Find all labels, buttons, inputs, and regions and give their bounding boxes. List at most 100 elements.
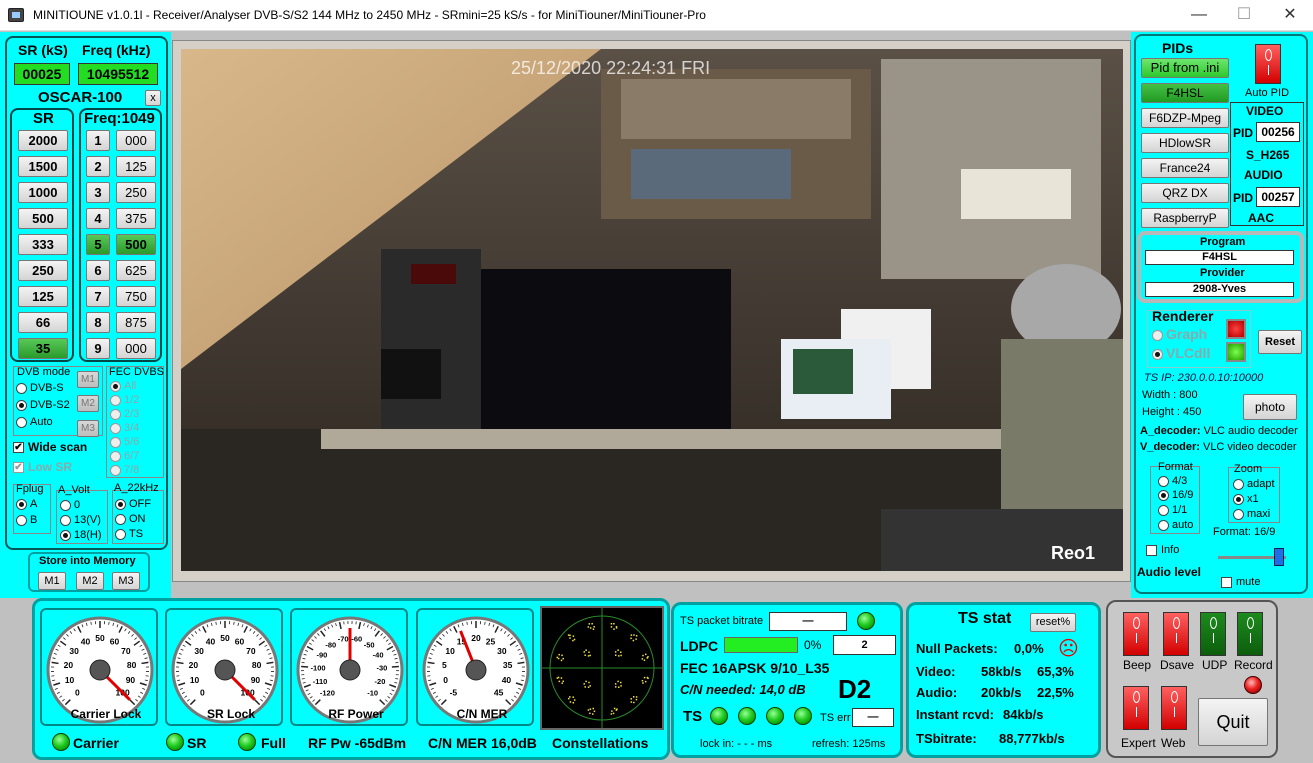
- low-sr-checkbox[interactable]: ✔ Low SR: [13, 460, 72, 474]
- sr-button-333[interactable]: 333: [18, 234, 68, 255]
- k-off-radio[interactable]: OFF: [115, 498, 151, 510]
- fec-radio-1-2[interactable]: 1/2: [110, 394, 139, 406]
- freq-suffix-button[interactable]: 125: [116, 156, 156, 177]
- pid-preset-button[interactable]: QRZ DX: [1141, 183, 1229, 203]
- freq-digit-button-3[interactable]: 3: [86, 182, 110, 203]
- audio-pid-field[interactable]: 00257: [1256, 187, 1300, 207]
- beep-switch[interactable]: [1123, 612, 1149, 656]
- freq-digit-button-5[interactable]: 5: [86, 234, 110, 255]
- fplug-b-radio[interactable]: B: [16, 514, 37, 526]
- expert-switch[interactable]: [1123, 686, 1149, 730]
- mode-m3-button[interactable]: M3: [77, 420, 99, 437]
- freq-digit-button-8[interactable]: 8: [86, 312, 110, 333]
- pid-preset-button[interactable]: F6DZP-Mpeg: [1141, 108, 1229, 128]
- store-m1-button[interactable]: M1: [38, 572, 66, 590]
- format-auto-radio[interactable]: auto: [1158, 519, 1193, 531]
- sr-button-1000[interactable]: 1000: [18, 182, 68, 203]
- sr-button-1500[interactable]: 1500: [18, 156, 68, 177]
- store-m3-button[interactable]: M3: [112, 572, 140, 590]
- gauge-dial: 0102030405060708090100Carrier Lock: [46, 616, 154, 724]
- gauge-dial: -5051015 20 2530354045C/N MER: [422, 616, 530, 724]
- fec-radio-5-6[interactable]: 5/6: [110, 436, 139, 448]
- fec-radio-2-3[interactable]: 2/3: [110, 408, 139, 420]
- freq-suffix-button[interactable]: 750: [116, 286, 156, 307]
- audio-level-slider[interactable]: [1274, 548, 1284, 566]
- freq-suffix-button[interactable]: 250: [116, 182, 156, 203]
- freq-digit-button-9[interactable]: 9: [86, 338, 110, 359]
- sr-button-35[interactable]: 35: [18, 338, 68, 359]
- format-169-radio[interactable]: 16/9: [1158, 489, 1193, 501]
- fec-radio-3-4[interactable]: 3/4: [110, 422, 139, 434]
- auto-radio[interactable]: Auto: [16, 416, 53, 428]
- dvb-s-radio[interactable]: DVB-S: [16, 382, 64, 394]
- dvb-s2-radio[interactable]: DVB-S2: [16, 399, 70, 411]
- fplug-a-radio[interactable]: A: [16, 498, 37, 510]
- volt-18-radio[interactable]: 18(H): [60, 529, 102, 541]
- video-display[interactable]: 25/12/2020 22:24:31 FRI Reo1: [181, 49, 1123, 571]
- freq-value-field[interactable]: 10495512: [78, 63, 158, 85]
- auto-pid-switch[interactable]: [1255, 44, 1281, 84]
- udp-switch[interactable]: [1200, 612, 1226, 656]
- pid-preset-button[interactable]: RaspberryP: [1141, 208, 1229, 228]
- freq-digit-button-4[interactable]: 4: [86, 208, 110, 229]
- sr-button-2000[interactable]: 2000: [18, 130, 68, 151]
- ts-led-4: [794, 707, 812, 725]
- dsave-switch[interactable]: [1163, 612, 1189, 656]
- freq-suffix-button[interactable]: 625: [116, 260, 156, 281]
- freq-digit-button-2[interactable]: 2: [86, 156, 110, 177]
- gauge-tick-label: -100: [311, 664, 326, 673]
- freq-suffix-button[interactable]: 000: [116, 130, 156, 151]
- fec-radio-7-8[interactable]: 7/8: [110, 464, 139, 476]
- info-checkbox[interactable]: Info: [1146, 544, 1179, 556]
- sr-button-500[interactable]: 500: [18, 208, 68, 229]
- pid-from-ini-button[interactable]: Pid from .ini: [1141, 58, 1229, 78]
- volt-13-radio[interactable]: 13(V): [60, 514, 101, 526]
- video-pid-field[interactable]: 00256: [1256, 122, 1300, 142]
- k-ts-radio[interactable]: TS: [115, 528, 143, 540]
- sr-button-66[interactable]: 66: [18, 312, 68, 333]
- maximize-button[interactable]: ☐: [1221, 0, 1267, 31]
- gauge-tick-label: -30: [376, 664, 387, 673]
- vlcdll-radio[interactable]: VLCdll: [1152, 345, 1210, 361]
- photo-button[interactable]: photo: [1243, 394, 1297, 420]
- reset-percent-button[interactable]: reset%: [1030, 613, 1076, 632]
- store-m2-button[interactable]: M2: [76, 572, 104, 590]
- freq-digit-button-1[interactable]: 1: [86, 130, 110, 151]
- minimize-button[interactable]: —: [1176, 0, 1222, 31]
- record-switch[interactable]: [1237, 612, 1263, 656]
- mode-m1-button[interactable]: M1: [77, 371, 99, 388]
- volt-0-radio[interactable]: 0: [60, 499, 80, 511]
- fec-radio-6-7[interactable]: 6/7: [110, 450, 139, 462]
- pid-preset-button[interactable]: France24: [1141, 158, 1229, 178]
- sr-button-250[interactable]: 250: [18, 260, 68, 281]
- quit-button[interactable]: Quit: [1198, 698, 1268, 746]
- format-11-radio[interactable]: 1/1: [1158, 504, 1187, 516]
- format-43-radio[interactable]: 4/3: [1158, 475, 1187, 487]
- zoom-adapt-radio[interactable]: adapt: [1233, 478, 1275, 490]
- freq-suffix-button[interactable]: 375: [116, 208, 156, 229]
- sr-button-125[interactable]: 125: [18, 286, 68, 307]
- wide-scan-checkbox[interactable]: ✔ Wide scan: [13, 440, 87, 454]
- mode-m2-button[interactable]: M2: [77, 395, 99, 412]
- web-switch[interactable]: [1161, 686, 1187, 730]
- zoom-x1-radio[interactable]: x1: [1233, 493, 1259, 505]
- graph-radio[interactable]: Graph: [1152, 326, 1207, 342]
- pid-preset-button[interactable]: F4HSL: [1141, 83, 1229, 103]
- k-on-radio[interactable]: ON: [115, 513, 146, 525]
- cn-mer-readout: C/N MER 16,0dB: [428, 735, 537, 751]
- freq-suffix-button[interactable]: 875: [116, 312, 156, 333]
- mute-checkbox[interactable]: mute: [1221, 576, 1260, 588]
- zoom-maxi-radio[interactable]: maxi: [1233, 508, 1270, 520]
- audio-bitrate: 20kb/s: [981, 685, 1022, 700]
- renderer-reset-button[interactable]: Reset: [1258, 330, 1302, 354]
- pid-preset-button[interactable]: HDlowSR: [1141, 133, 1229, 153]
- freq-digit-button-7[interactable]: 7: [86, 286, 110, 307]
- ts-packet-led: [857, 612, 875, 630]
- preset-close-button[interactable]: x: [145, 90, 161, 106]
- freq-suffix-button[interactable]: 500: [116, 234, 156, 255]
- sr-value-field[interactable]: 00025: [14, 63, 70, 85]
- fec-radio-All[interactable]: All: [110, 380, 136, 392]
- close-button[interactable]: ✕: [1267, 0, 1313, 31]
- freq-suffix-button[interactable]: 000: [116, 338, 156, 359]
- freq-digit-button-6[interactable]: 6: [86, 260, 110, 281]
